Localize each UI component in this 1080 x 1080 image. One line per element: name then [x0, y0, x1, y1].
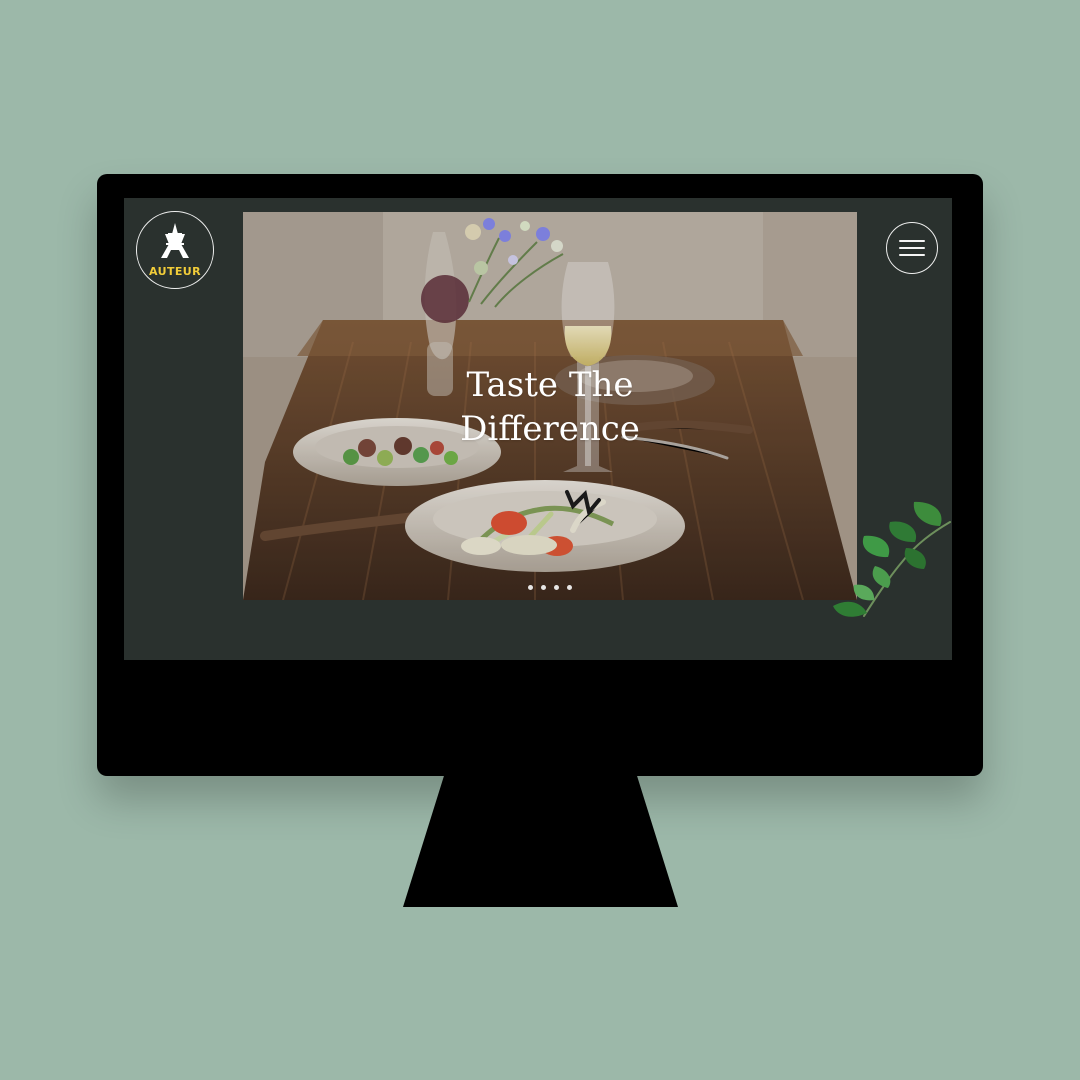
monitor-stand [403, 775, 678, 907]
menu-button[interactable] [886, 222, 938, 274]
hamburger-menu-icon [899, 240, 925, 242]
eiffel-tower-icon [161, 223, 189, 258]
carousel-dot[interactable] [528, 585, 533, 590]
website-screen: AUTEUR Taste The Difference [124, 198, 952, 660]
leaf-branch-icon [833, 501, 951, 617]
hamburger-menu-icon [899, 254, 925, 256]
hero-banner[interactable]: Taste The Difference [243, 212, 857, 600]
carousel-dots[interactable] [528, 585, 572, 590]
hero-title: Taste The Difference [460, 365, 640, 449]
brand-logo[interactable]: AUTEUR [136, 211, 214, 289]
monitor-frame: AUTEUR Taste The Difference [97, 174, 983, 776]
carousel-dot[interactable] [567, 585, 572, 590]
carousel-dot[interactable] [554, 585, 559, 590]
logo-text: AUTEUR [149, 265, 201, 278]
hamburger-menu-icon [899, 247, 925, 249]
mockup-stage: AUTEUR Taste The Difference [0, 0, 1080, 1080]
carousel-dot[interactable] [541, 585, 546, 590]
